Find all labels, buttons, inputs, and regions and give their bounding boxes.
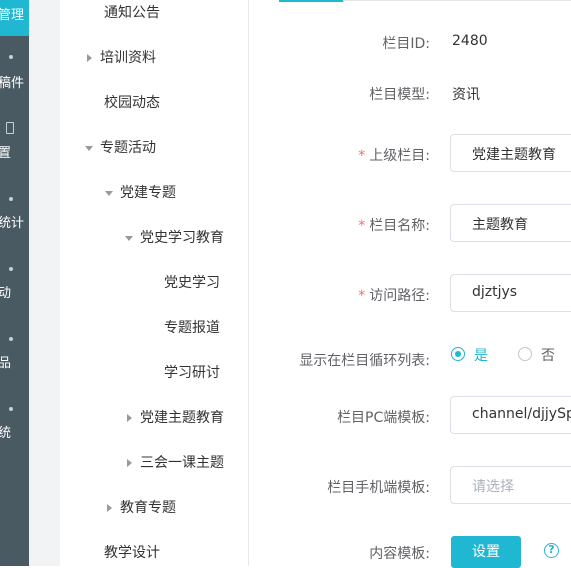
rail-item-1-label[interactable]: 稿件	[0, 76, 24, 92]
tree-item-party-topics[interactable]: 党建专题	[120, 183, 176, 203]
category-name-value: 主题教育	[472, 217, 528, 233]
content-template-settings-button[interactable]: 设置	[451, 536, 521, 568]
rail-icon	[9, 55, 13, 59]
tree-item-label: 三会一课主题	[140, 455, 224, 471]
pc-template-label: 栏目PC端模板:	[337, 410, 430, 426]
show-yes-radio[interactable]	[451, 347, 465, 361]
tree-item-three-meetings[interactable]: 三会一课主题	[140, 453, 224, 473]
mobile-template-select[interactable]: 请选择	[450, 466, 571, 504]
help-icon[interactable]: ?	[544, 543, 559, 558]
caret-down-icon[interactable]	[85, 146, 93, 151]
rail-icon	[9, 407, 13, 411]
parent-label-text: 上级栏目:	[369, 148, 430, 164]
tree-item-study-seminar[interactable]: 学习研讨	[164, 363, 220, 383]
required-asterisk: *	[358, 288, 366, 304]
main-nav-rail: 管理 稿件 置 统计 动 品 统	[0, 0, 29, 566]
access-path-value: djztjys	[472, 284, 518, 300]
rail-icon	[9, 337, 13, 341]
tree-item-label: 学习研讨	[164, 365, 220, 381]
name-label-text: 栏目名称:	[369, 218, 430, 234]
tree-item-education-topics[interactable]: 教育专题	[120, 498, 176, 518]
tree-item-party-history-education[interactable]: 党史学习教育	[140, 228, 224, 248]
tree-item-label: 党史学习	[164, 275, 220, 291]
caret-right-icon[interactable]	[127, 414, 132, 422]
pc-template-select[interactable]: channel/djjySpe	[450, 396, 571, 434]
parent-category-select[interactable]: 党建主题教育	[450, 134, 571, 172]
tree-item-label: 教育专题	[120, 500, 176, 516]
id-value: 2480	[452, 33, 488, 49]
rail-item-4-label[interactable]: 动	[0, 286, 11, 302]
tree-item-label: 党建专题	[120, 185, 176, 201]
name-label: * 栏目名称:	[358, 215, 430, 235]
required-asterisk: *	[358, 148, 366, 164]
show-no-radio[interactable]	[518, 347, 532, 361]
rail-item-active[interactable]: 管理	[0, 0, 29, 36]
parent-category-value: 党建主题教育	[472, 147, 556, 163]
tab-active-indicator[interactable]	[279, 0, 343, 2]
caret-down-icon[interactable]	[125, 236, 133, 241]
tree-item-party-theme-education[interactable]: 党建主题教育	[140, 408, 224, 428]
rail-icon	[9, 197, 13, 201]
category-name-field[interactable]: 主题教育	[450, 204, 571, 242]
tree-item-label: 通知公告	[104, 5, 160, 21]
caret-down-icon[interactable]	[105, 191, 113, 196]
tree-gutter	[29, 0, 60, 566]
tab-separator	[343, 0, 344, 2]
content-template-label: 内容模板:	[369, 546, 430, 562]
mobile-template-placeholder: 请选择	[472, 479, 514, 495]
tree-item-label: 专题活动	[100, 140, 156, 156]
tree-item-party-history-study[interactable]: 党史学习	[164, 273, 220, 293]
path-label-text: 访问路径:	[369, 288, 430, 304]
path-label: * 访问路径:	[358, 285, 430, 305]
tree-item-campus-news[interactable]: 校园动态	[104, 93, 160, 113]
show-yes-label[interactable]: 是	[474, 345, 488, 365]
tree-item-special-reports[interactable]: 专题报道	[164, 318, 220, 338]
tree-item-label: 教学设计	[104, 545, 160, 561]
rail-item-2-label[interactable]: 置	[0, 146, 11, 162]
caret-right-icon[interactable]	[127, 459, 132, 467]
id-label: 栏目ID:	[382, 36, 430, 52]
tree-item-teaching-design[interactable]: 教学设计	[104, 543, 160, 563]
parent-label: * 上级栏目:	[358, 145, 430, 165]
rail-item-6-label[interactable]: 统	[0, 426, 11, 442]
tree-divider	[248, 0, 249, 566]
model-value: 资讯	[452, 87, 480, 103]
caret-right-icon[interactable]	[87, 54, 92, 62]
tree-item-training[interactable]: 培训资料	[100, 48, 156, 68]
tree-item-label: 培训资料	[100, 50, 156, 66]
show-no-label[interactable]: 否	[541, 345, 555, 365]
required-asterisk: *	[358, 218, 366, 234]
tab-bar-underline	[343, 0, 571, 1]
tree-item-special-activities[interactable]: 专题活动	[100, 138, 156, 158]
model-label: 栏目模型:	[369, 87, 430, 103]
rail-item-3-label[interactable]: 统计	[0, 216, 24, 232]
tree-item-label: 校园动态	[104, 95, 160, 111]
rail-icon	[9, 267, 13, 271]
rail-item-5-label[interactable]: 品	[0, 356, 11, 372]
pc-template-value: channel/djjySpe	[472, 406, 571, 422]
tree-item-notice[interactable]: 通知公告	[104, 3, 160, 23]
show-in-list-label: 显示在栏目循环列表:	[299, 353, 430, 369]
mobile-template-label: 栏目手机端模板:	[327, 480, 430, 496]
rail-icon	[6, 122, 14, 134]
caret-right-icon[interactable]	[107, 504, 112, 512]
access-path-field[interactable]: djztjys	[450, 274, 571, 312]
tree-item-label: 党建主题教育	[140, 410, 224, 426]
rail-item-active-label: 管理	[0, 8, 25, 23]
tree-item-label: 专题报道	[164, 320, 220, 336]
tree-item-label: 党史学习教育	[140, 230, 224, 246]
